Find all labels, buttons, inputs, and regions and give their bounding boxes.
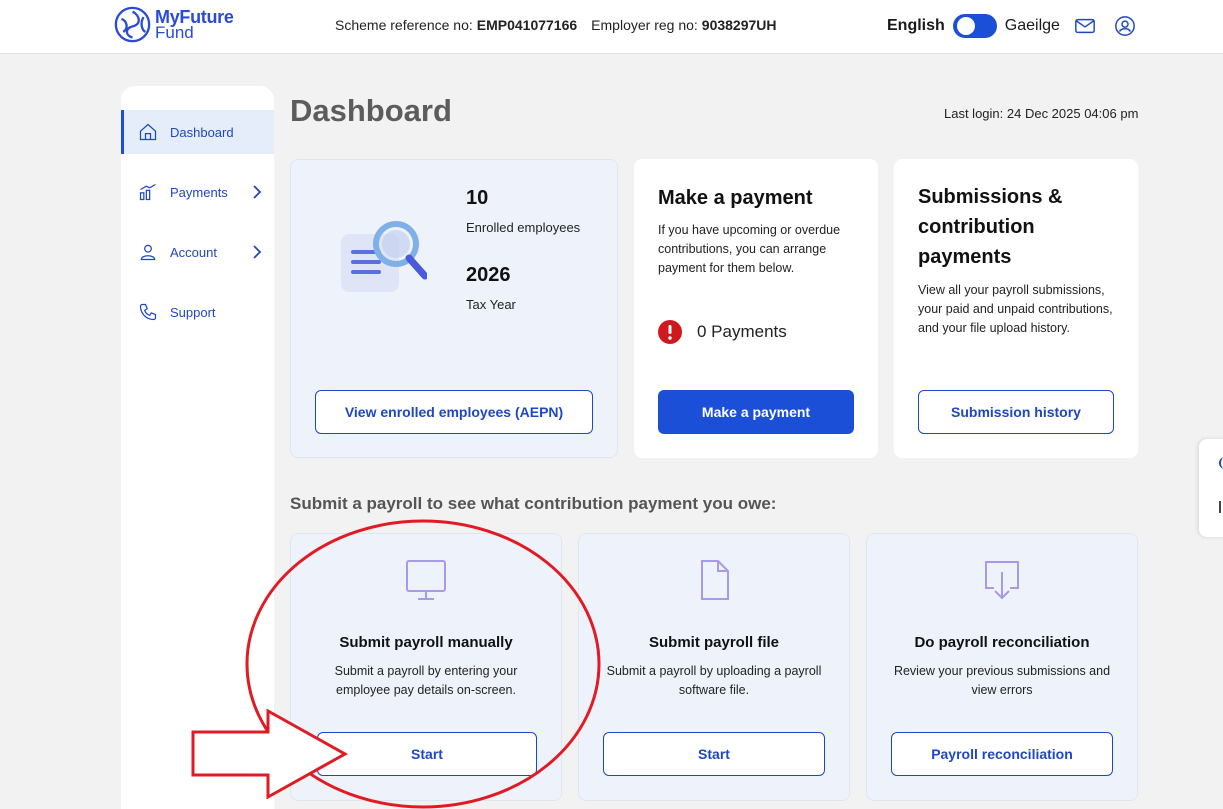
lang-gaeilge[interactable]: Gaeilge	[1005, 17, 1060, 35]
enrolled-employees-card: 10 Enrolled employees 2026 Tax Year View…	[290, 159, 618, 458]
make-payment-card: Make a payment If you have upcoming or o…	[634, 159, 878, 458]
option-description: Submit a payroll by uploading a payroll …	[606, 664, 822, 697]
submissions-description: View all your payroll submissions, your …	[918, 283, 1113, 335]
chevron-right-icon[interactable]	[252, 244, 262, 260]
side-tab-icon	[1219, 501, 1223, 513]
alert-icon	[658, 320, 682, 344]
language-switcher: English Gaeilge	[887, 14, 1060, 38]
option-description: Review your previous submissions and vie…	[893, 664, 1111, 697]
submission-history-button[interactable]: Submission history	[918, 390, 1114, 434]
sidebar-item-label: Dashboard	[170, 124, 234, 140]
scheme-ref-label: Scheme reference no:	[335, 17, 473, 33]
make-payment-button[interactable]: Make a payment	[658, 390, 854, 434]
payments-count: 0 Payments	[697, 322, 787, 341]
last-login-text: Last login: 24 Dec 2025 04:06 pm	[944, 106, 1139, 121]
option-description: Submit a payroll by entering your employ…	[334, 664, 518, 697]
sidebar-item-payments[interactable]: Payments	[121, 170, 274, 214]
start-manual-button[interactable]: Start	[317, 732, 537, 776]
home-icon	[139, 123, 157, 141]
file-icon	[701, 560, 729, 600]
person-icon	[140, 244, 156, 261]
option-title: Submit payroll file	[648, 634, 780, 651]
page-title: Dashboard	[290, 93, 452, 128]
phone-icon	[139, 303, 157, 321]
floating-side-tab[interactable]	[1199, 439, 1223, 537]
top-header: MyFuture Fund Scheme reference no: EMP041…	[0, 0, 1223, 54]
payroll-reconciliation-card: Do payroll reconciliation Review your pr…	[866, 533, 1138, 801]
submit-manually-card: Submit payroll manually Submit a payroll…	[290, 533, 562, 801]
logo-mark-icon	[114, 6, 151, 43]
sidebar-item-label: Support	[170, 304, 216, 320]
sidebar-item-label: Account	[170, 244, 217, 260]
submissions-title: Submissions & contribution payments	[918, 186, 1063, 268]
download-icon	[985, 561, 1019, 600]
option-title: Do payroll reconciliation	[914, 634, 1090, 651]
start-file-button[interactable]: Start	[603, 732, 825, 776]
submissions-card: Submissions & contribution payments View…	[894, 159, 1138, 458]
language-toggle[interactable]	[952, 14, 997, 38]
tax-year-value: 2026	[466, 264, 511, 286]
myfuture-fund-logo[interactable]: MyFuture Fund	[114, 6, 234, 43]
enrolled-count-label: Enrolled employees	[466, 220, 581, 235]
enrolled-count: 10	[466, 187, 489, 209]
view-enrolled-employees-button[interactable]: View enrolled employees (AEPN)	[315, 390, 593, 434]
option-title: Submit payroll manually	[339, 634, 513, 651]
logo-text-sub: Fund	[155, 22, 194, 42]
submit-file-card: Submit payroll file Submit a payroll by …	[578, 533, 850, 801]
chevron-right-icon[interactable]	[252, 184, 262, 200]
lang-english[interactable]: English	[887, 17, 945, 35]
search-document-illustration-icon	[341, 221, 427, 292]
mail-icon[interactable]	[1074, 15, 1096, 37]
sidebar-item-label: Payments	[170, 184, 228, 200]
payroll-reconciliation-button[interactable]: Payroll reconciliation	[891, 732, 1113, 776]
monitor-icon	[406, 560, 446, 600]
side-tab-icon	[1219, 457, 1223, 469]
make-payment-description: If you have upcoming or overdue contribu…	[658, 223, 841, 275]
tax-year-label: Tax Year	[466, 297, 516, 312]
reference-info: Scheme reference no: EMP041077166 Employer…	[335, 17, 791, 33]
section-title: Submit a payroll to see what contributio…	[290, 494, 777, 513]
employer-reg-value: 9038297UH	[701, 17, 777, 33]
sidebar-item-support[interactable]: Support	[121, 290, 274, 334]
sidebar-item-account[interactable]: Account	[121, 230, 274, 274]
user-icon[interactable]	[1114, 15, 1136, 37]
chart-icon	[139, 183, 156, 201]
sidebar: Dashboard Payments Account Support	[121, 86, 274, 809]
sidebar-item-dashboard[interactable]: Dashboard	[121, 110, 274, 154]
make-payment-title: Make a payment	[658, 187, 813, 209]
employer-reg-label: Employer reg no:	[591, 17, 698, 33]
scheme-ref-value: EMP041077166	[476, 17, 578, 33]
